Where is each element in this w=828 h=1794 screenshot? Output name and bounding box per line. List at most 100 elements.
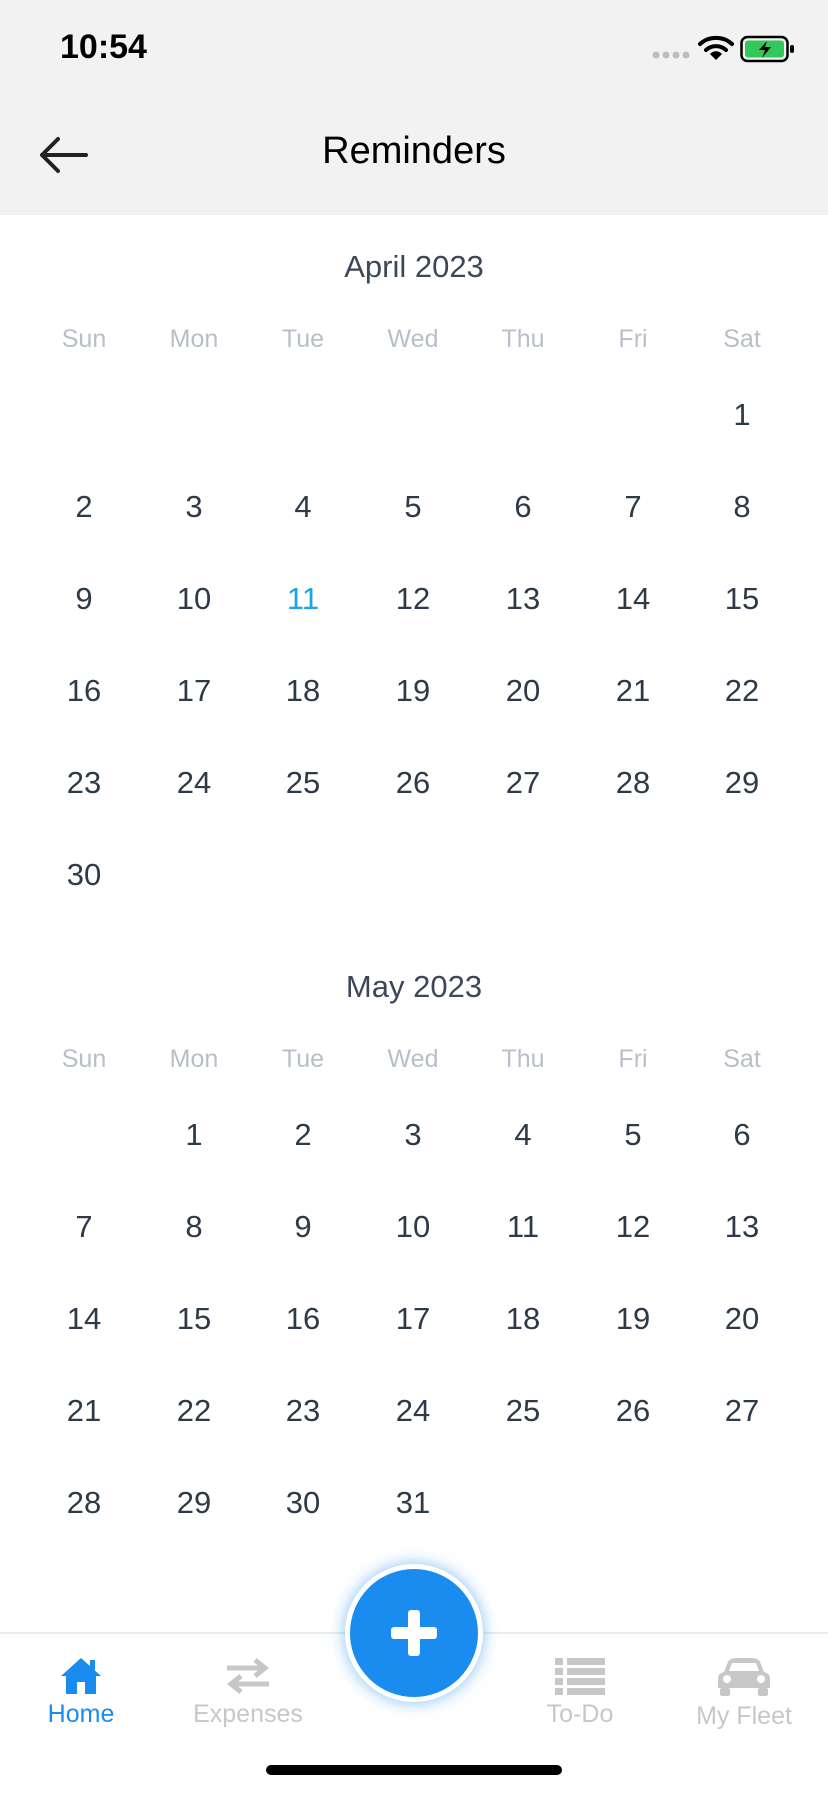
weekday-label: Wed	[387, 325, 439, 353]
weekday-row: Sun Mon Tue Wed Thu Fri Sat	[0, 1045, 828, 1085]
day-cell[interactable]: 14	[578, 569, 688, 629]
tab-label: Expenses	[193, 1700, 303, 1728]
day-cell[interactable]: 26	[358, 753, 468, 813]
tab-label: To-Do	[546, 1700, 614, 1728]
weekday-label: Fri	[618, 325, 648, 353]
day-cell[interactable]: 23	[29, 753, 139, 813]
list-icon	[555, 1658, 605, 1695]
page-title: Reminders	[322, 130, 506, 172]
tab-home[interactable]: Home	[6, 1656, 156, 1746]
day-cell[interactable]: 20	[687, 1289, 797, 1349]
day-cell[interactable]: 6	[468, 477, 578, 537]
tab-expenses[interactable]: Expenses	[173, 1656, 323, 1746]
weekday-label: Mon	[169, 1045, 219, 1073]
day-cell[interactable]: 18	[248, 661, 358, 721]
day-cell[interactable]: 13	[687, 1197, 797, 1257]
day-cell[interactable]: 15	[139, 1289, 249, 1349]
tab-label: My Fleet	[696, 1702, 792, 1730]
day-cell[interactable]: 13	[468, 569, 578, 629]
plus-icon	[391, 1610, 437, 1656]
weekday-row: Sun Mon Tue Wed Thu Fri Sat	[0, 325, 828, 365]
weekday-label: Wed	[387, 1045, 439, 1073]
day-cell[interactable]: 3	[139, 477, 249, 537]
weekday-label: Tue	[281, 1045, 325, 1073]
wifi-icon	[698, 35, 734, 60]
day-cell[interactable]: 21	[29, 1381, 139, 1441]
weekday-label: Sat	[723, 1045, 761, 1073]
day-cell[interactable]: 31	[358, 1473, 468, 1533]
home-indicator	[266, 1765, 562, 1775]
home-icon	[61, 1658, 101, 1694]
month-title: May 2023	[345, 969, 483, 1004]
day-cell[interactable]: 14	[29, 1289, 139, 1349]
day-cell[interactable]: 7	[578, 477, 688, 537]
day-cell[interactable]: 19	[578, 1289, 688, 1349]
day-cell[interactable]: 17	[358, 1289, 468, 1349]
day-cell[interactable]: 28	[578, 753, 688, 813]
nav-bar: Reminders	[0, 100, 828, 215]
day-cell[interactable]: 3	[358, 1105, 468, 1165]
day-cell[interactable]: 5	[578, 1105, 688, 1165]
day-cell[interactable]: 6	[687, 1105, 797, 1165]
day-cell[interactable]: 25	[248, 753, 358, 813]
month-title: April 2023	[344, 249, 484, 284]
weekday-label: Thu	[501, 1045, 545, 1073]
day-cell[interactable]: 26	[578, 1381, 688, 1441]
day-cell[interactable]: 16	[29, 661, 139, 721]
day-cell[interactable]: 30	[29, 845, 139, 905]
day-cell[interactable]: 29	[139, 1473, 249, 1533]
day-cell[interactable]: 22	[139, 1381, 249, 1441]
day-cell[interactable]: 22	[687, 661, 797, 721]
day-cell[interactable]: 1	[139, 1105, 249, 1165]
day-cell[interactable]: 5	[358, 477, 468, 537]
day-cell[interactable]: 15	[687, 569, 797, 629]
weekday-label: Sat	[723, 325, 761, 353]
weekday-label: Fri	[618, 1045, 648, 1073]
day-cell[interactable]: 23	[248, 1381, 358, 1441]
day-cell[interactable]: 4	[468, 1105, 578, 1165]
status-time: 10:54	[60, 28, 147, 66]
day-cell[interactable]: 27	[687, 1381, 797, 1441]
weekday-label: Mon	[169, 325, 219, 353]
day-cell[interactable]: 24	[358, 1381, 468, 1441]
day-cell[interactable]: 16	[248, 1289, 358, 1349]
day-cell[interactable]: 9	[29, 569, 139, 629]
weekday-label: Tue	[281, 325, 325, 353]
day-cell[interactable]: 2	[29, 477, 139, 537]
day-cell-today[interactable]: 11	[248, 569, 358, 629]
battery-charging-icon	[740, 35, 794, 63]
day-cell[interactable]: 9	[248, 1197, 358, 1257]
day-cell[interactable]: 11	[468, 1197, 578, 1257]
weekday-label: Sun	[61, 1045, 107, 1073]
day-cell[interactable]: 19	[358, 661, 468, 721]
day-cell[interactable]: 10	[358, 1197, 468, 1257]
tab-todo[interactable]: To-Do	[505, 1656, 655, 1746]
day-cell[interactable]: 1	[687, 385, 797, 445]
car-icon	[718, 1658, 770, 1696]
add-button[interactable]	[345, 1564, 483, 1702]
day-cell[interactable]: 8	[139, 1197, 249, 1257]
day-cell[interactable]: 17	[139, 661, 249, 721]
weekday-label: Thu	[501, 325, 545, 353]
day-cell[interactable]: 29	[687, 753, 797, 813]
day-cell[interactable]: 10	[139, 569, 249, 629]
day-cell[interactable]: 21	[578, 661, 688, 721]
day-cell[interactable]: 8	[687, 477, 797, 537]
day-cell[interactable]: 12	[358, 569, 468, 629]
day-cell[interactable]: 4	[248, 477, 358, 537]
day-cell[interactable]: 28	[29, 1473, 139, 1533]
status-bar: 10:54	[0, 0, 828, 100]
tab-my-fleet[interactable]: My Fleet	[669, 1656, 819, 1746]
transfer-icon	[226, 1658, 270, 1694]
day-cell[interactable]: 20	[468, 661, 578, 721]
day-cell[interactable]: 25	[468, 1381, 578, 1441]
day-cell[interactable]: 2	[248, 1105, 358, 1165]
day-cell[interactable]: 12	[578, 1197, 688, 1257]
day-cell[interactable]: 27	[468, 753, 578, 813]
day-cell[interactable]: 24	[139, 753, 249, 813]
day-cell[interactable]: 30	[248, 1473, 358, 1533]
signal-icon	[652, 51, 690, 59]
weekday-label: Sun	[61, 325, 107, 353]
day-cell[interactable]: 7	[29, 1197, 139, 1257]
day-cell[interactable]: 18	[468, 1289, 578, 1349]
